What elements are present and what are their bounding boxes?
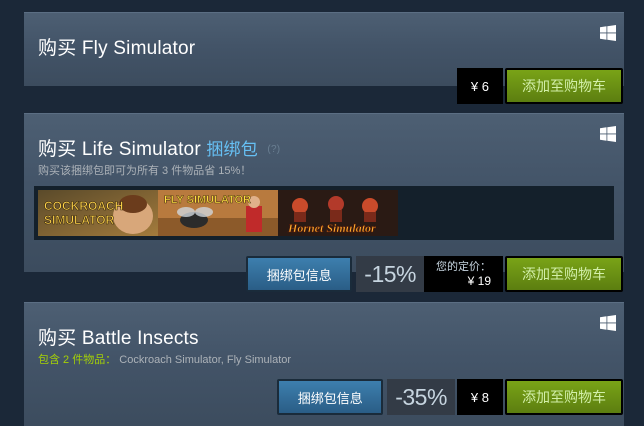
windows-icon bbox=[600, 25, 616, 41]
includes-label: 包含 2 件物品： bbox=[38, 354, 117, 366]
panel-title: 购买 Fly Simulator bbox=[38, 38, 196, 59]
includes-text: 包含 2 件物品： Cockroach Simulator, Fly Simul… bbox=[38, 351, 291, 367]
capsule-fly-simulator[interactable]: FLY SIMULATOR bbox=[158, 190, 278, 236]
capsule-hornet-simulator[interactable]: Hornet Simulator bbox=[278, 190, 398, 236]
includes-items: Cockroach Simulator, Fly Simulator bbox=[119, 354, 292, 366]
bundle-link[interactable]: 捆绑包 bbox=[206, 140, 258, 159]
discount-percent: -15% bbox=[356, 256, 424, 292]
purchase-action-row: 捆绑包信息 -35% ¥ 8 添加至购物车 bbox=[277, 379, 623, 415]
your-price-label: 您的定价： bbox=[436, 261, 491, 273]
purchase-panel-life-simulator-bundle: 购买 Life Simulator 捆绑包 (?) 购买该捆绑包即可为所有 3 … bbox=[24, 113, 624, 292]
panel-title-text: 购买 Life Simulator bbox=[38, 139, 201, 160]
bundle-info-button[interactable]: 捆绑包信息 bbox=[277, 379, 384, 415]
capsule-caption-line-1: COCKROACH bbox=[44, 199, 123, 213]
panel-title: 购买 Life Simulator 捆绑包 (?) bbox=[38, 134, 280, 161]
price: ¥ 8 bbox=[456, 379, 503, 415]
bundle-info-button[interactable]: 捆绑包信息 bbox=[246, 256, 353, 292]
panel-title: 购买 Battle Insects bbox=[38, 328, 199, 349]
bundle-capsule-strip: COCKROACH SIMULATOR FLY SIMULATOR Hornet… bbox=[34, 186, 614, 240]
windows-icon bbox=[600, 315, 616, 331]
capsule-cockroach-simulator[interactable]: COCKROACH SIMULATOR bbox=[38, 190, 158, 236]
add-to-cart-button[interactable]: 添加至购物车 bbox=[505, 256, 623, 292]
add-to-cart-button[interactable]: 添加至购物车 bbox=[505, 379, 623, 415]
purchase-action-row: ¥ 6 添加至购物车 bbox=[455, 68, 623, 104]
windows-icon bbox=[600, 126, 616, 142]
add-to-cart-button[interactable]: 添加至购物车 bbox=[505, 68, 623, 104]
capsule-caption: FLY SIMULATOR bbox=[164, 194, 251, 206]
capsule-caption-line-2: SIMULATOR bbox=[44, 213, 115, 227]
your-price: 您的定价： ¥ 19 bbox=[424, 256, 503, 292]
discount-percent: -35% bbox=[387, 379, 455, 415]
help-link[interactable]: (?) bbox=[267, 144, 280, 155]
capsule-caption: Hornet Simulator bbox=[287, 221, 376, 235]
price: ¥ 6 bbox=[456, 68, 503, 104]
purchase-panel-fly-simulator: 购买 Fly Simulator ¥ 6 添加至购物车 bbox=[24, 12, 624, 104]
purchase-panel-battle-insects: 购买 Battle Insects 包含 2 件物品： Cockroach Si… bbox=[24, 302, 624, 426]
purchase-action-row: 捆绑包信息 -15% 您的定价： ¥ 19 添加至购物车 bbox=[246, 256, 623, 292]
final-price: ¥ 19 bbox=[467, 274, 491, 288]
bundle-savings-text: 购买该捆绑包即可为所有 3 件物品省 15%！ bbox=[38, 165, 252, 177]
